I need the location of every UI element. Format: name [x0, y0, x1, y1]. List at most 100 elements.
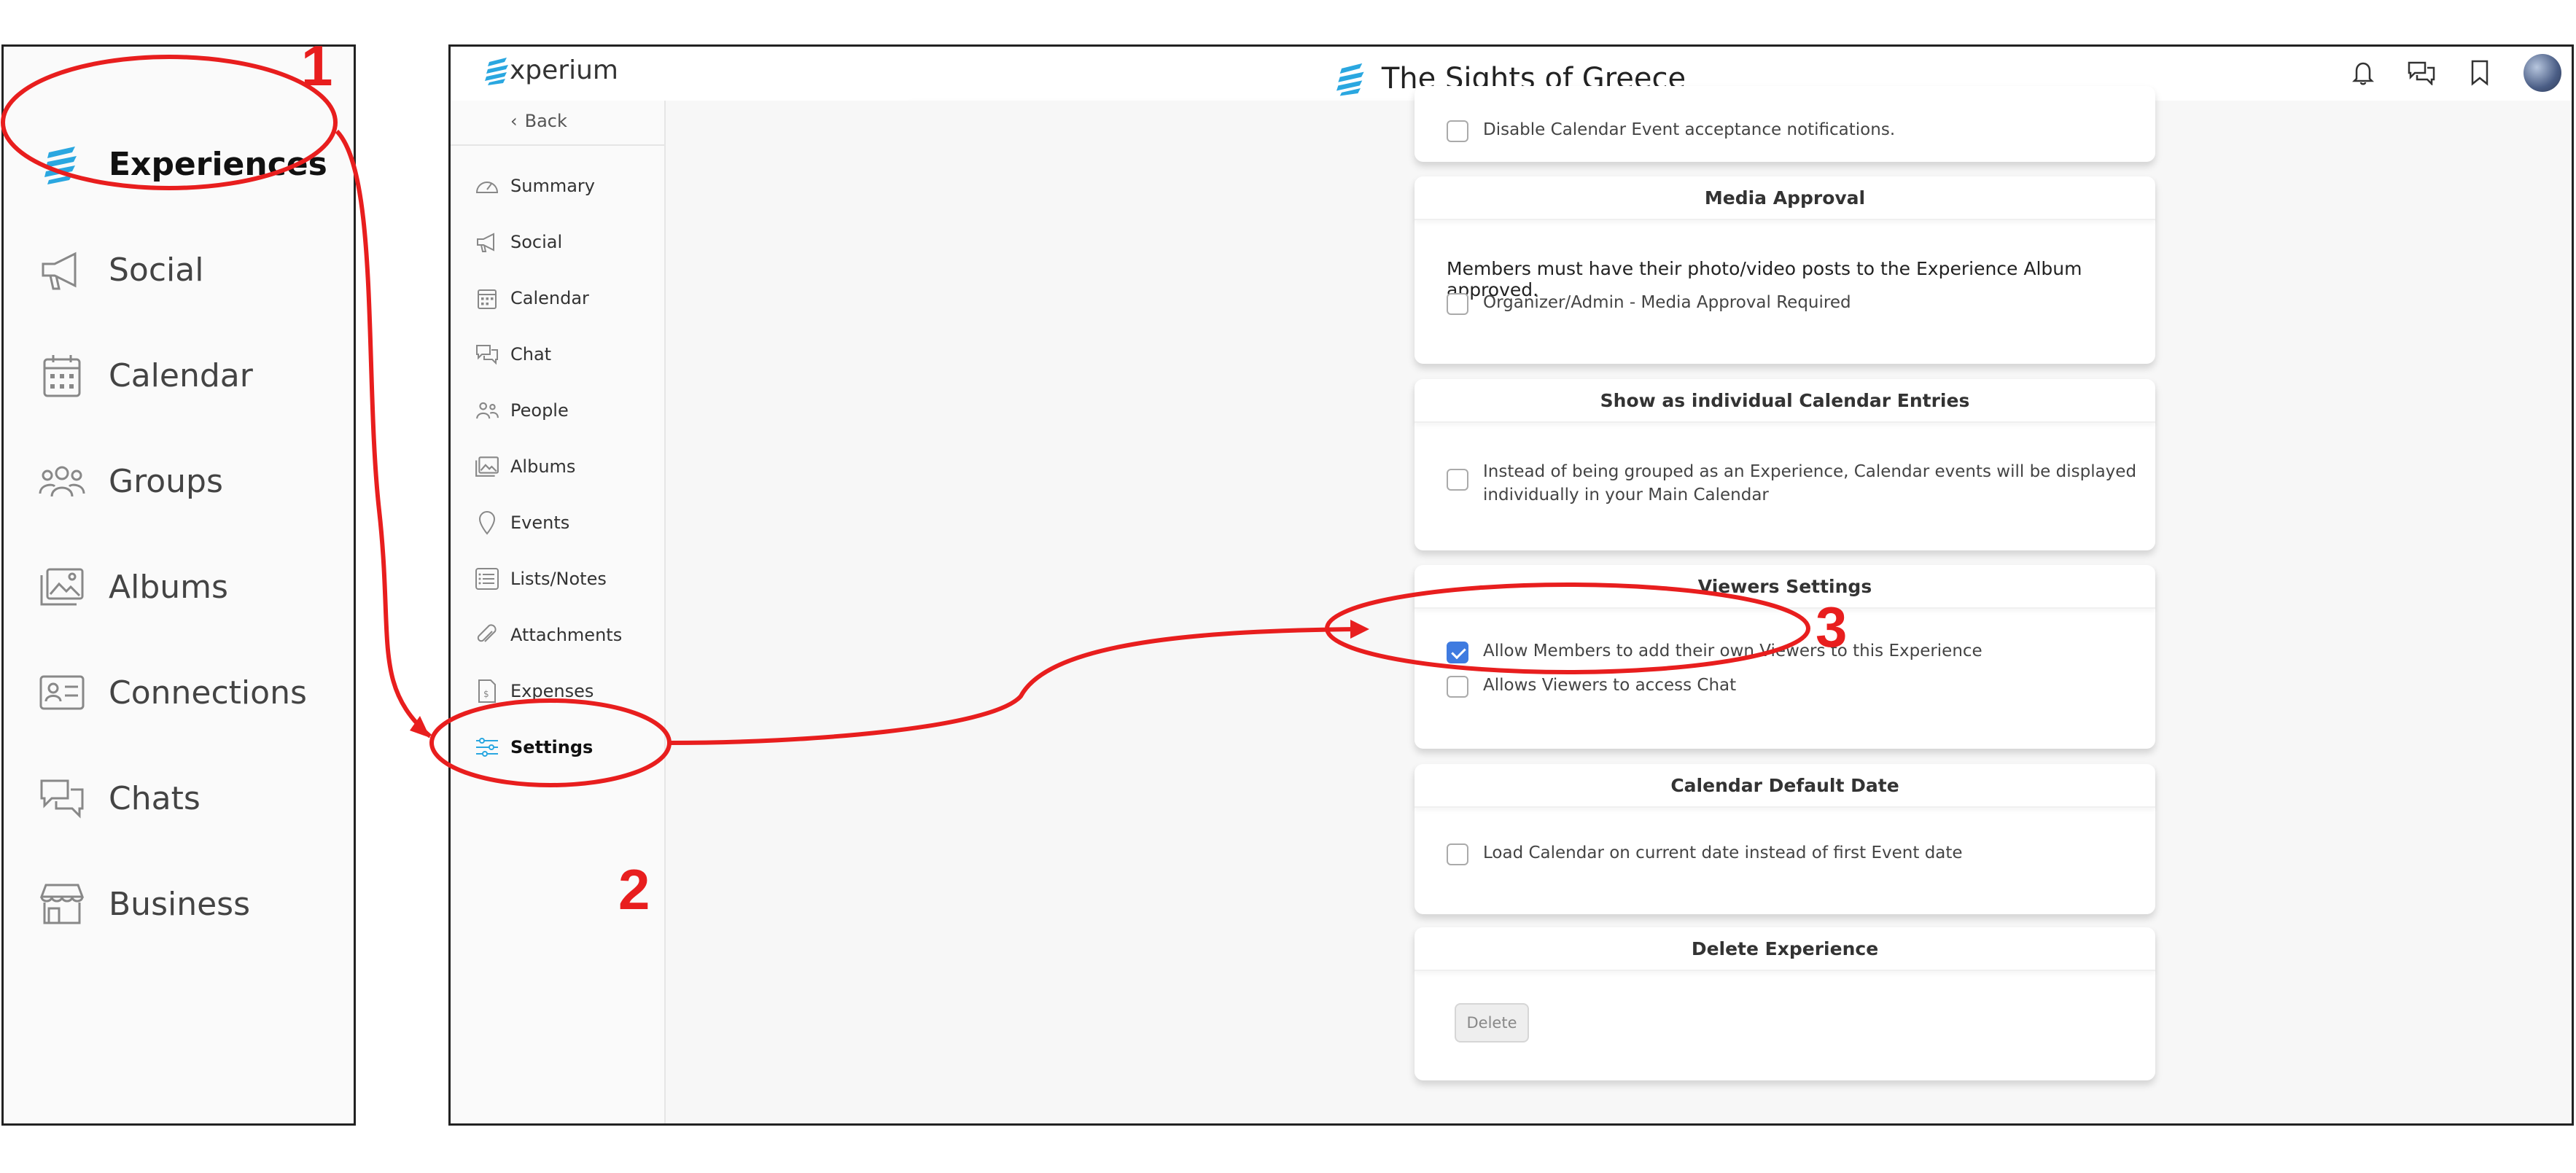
option-row[interactable]: Load Calendar on current date instead of… [1447, 843, 1963, 865]
storefront-icon [39, 881, 85, 927]
step-2-label: 2 [618, 857, 650, 921]
calendar-icon [474, 285, 500, 311]
nav-item-groups[interactable]: Groups [39, 456, 223, 507]
sidebar-item-albums[interactable]: Albums [474, 452, 575, 481]
delete-button[interactable]: Delete [1455, 1003, 1529, 1043]
sidebar-item-settings[interactable]: Settings [474, 733, 593, 762]
option-label-line2: individually in your Main Calendar [1483, 486, 1769, 504]
option-label: Disable Calendar Event acceptance notifi… [1483, 120, 1896, 139]
sliders-icon [474, 734, 500, 760]
option-label-line1: Instead of being grouped as an Experienc… [1483, 462, 2137, 481]
paperclip-icon [474, 622, 500, 648]
arrowhead-2 [410, 716, 430, 738]
nav-label: Groups [109, 462, 223, 500]
sidebar-item-label: Social [510, 232, 563, 252]
divider [451, 144, 664, 146]
sidebar-item-label: Chat [510, 344, 552, 365]
sidebar-item-label: Summary [510, 176, 595, 196]
experium-logo-icon [39, 141, 85, 187]
checkbox[interactable] [1447, 676, 1468, 698]
nav-label: Connections [109, 674, 307, 712]
experium-logo-icon [1336, 63, 1364, 96]
settings-content: Disable Calendar Event acceptance notifi… [666, 86, 2572, 1123]
individual-entries-card: Show as individual Calendar Entries Inst… [1415, 379, 2155, 550]
checkbox[interactable] [1447, 293, 1468, 315]
bell-icon[interactable] [2349, 58, 2378, 87]
sidebar-item-attachments[interactable]: Attachments [474, 620, 622, 650]
card-title: Viewers Settings [1415, 565, 2155, 609]
svg-text:$: $ [483, 689, 489, 699]
checkbox-checked[interactable] [1447, 642, 1468, 663]
notifications-card: Disable Calendar Event acceptance notifi… [1415, 86, 2155, 162]
nav-label: Chats [109, 779, 201, 817]
nav-item-social[interactable]: Social [39, 244, 203, 295]
option-row[interactable]: Allows Viewers to access Chat [1447, 676, 1736, 698]
list-icon [474, 566, 500, 592]
sidebar-item-label: Settings [510, 737, 594, 757]
nav-item-albums[interactable]: Albums [39, 561, 228, 612]
megaphone-icon [39, 246, 85, 293]
sidebar-item-summary[interactable]: Summary [474, 171, 595, 200]
nav-item-chats[interactable]: Chats [39, 773, 201, 824]
calendar-default-date-card: Calendar Default Date Load Calendar on c… [1415, 764, 2155, 914]
back-link[interactable]: ‹ Back [510, 111, 567, 131]
option-row[interactable]: Instead of being grouped as an Experienc… [1447, 460, 2136, 507]
chat-icon[interactable] [2407, 58, 2436, 87]
option-row[interactable]: Disable Calendar Event acceptance notifi… [1447, 120, 1895, 142]
step-3-label: 3 [1816, 595, 1848, 659]
option-label: Load Calendar on current date instead of… [1483, 843, 1963, 862]
option-label: Allow Members to add their own Viewers t… [1483, 642, 1982, 660]
chevron-left-icon: ‹ [510, 111, 518, 131]
option-label: Allows Viewers to access Chat [1483, 676, 1737, 695]
card-title: Media Approval [1415, 176, 2155, 220]
app-window: xperium The Sights of Greece ‹ Back Summ… [448, 44, 2574, 1126]
sidebar-item-events[interactable]: Events [474, 508, 569, 537]
nav-label: Experiences [109, 145, 327, 183]
calendar-icon [39, 352, 85, 399]
sidebar-item-label: People [510, 400, 569, 421]
chat-bubbles-icon [39, 775, 85, 822]
nav-item-business[interactable]: Business [39, 878, 250, 930]
back-label: Back [524, 111, 567, 131]
sidebar-item-label: Albums [510, 456, 576, 477]
option-label: Organizer/Admin - Media Approval Require… [1483, 293, 1851, 312]
people-icon [474, 397, 500, 424]
card-title: Show as individual Calendar Entries [1415, 379, 2155, 423]
sidebar-item-expenses[interactable]: $ Expenses [474, 677, 594, 706]
bookmark-icon[interactable] [2465, 58, 2494, 87]
step-1-label: 1 [301, 34, 333, 98]
checkbox[interactable] [1447, 469, 1468, 491]
sidebar-item-label: Events [510, 513, 570, 533]
contact-card-icon [39, 669, 85, 716]
sidebar-item-label: Lists/Notes [510, 569, 607, 589]
nav-item-connections[interactable]: Connections [39, 667, 307, 718]
card-title: Calendar Default Date [1415, 764, 2155, 808]
sidebar-item-lists-notes[interactable]: Lists/Notes [474, 564, 607, 593]
sidebar-item-chat[interactable]: Chat [474, 340, 551, 369]
sidebar-item-calendar[interactable]: Calendar [474, 284, 589, 313]
albums-icon [474, 453, 500, 480]
albums-icon [39, 564, 85, 610]
sidebar-item-label: Calendar [510, 288, 589, 308]
nav-item-calendar[interactable]: Calendar [39, 350, 253, 401]
nav-label: Albums [109, 568, 228, 606]
sidebar-item-label: Expenses [510, 681, 594, 701]
receipt-icon: $ [474, 678, 500, 704]
checkbox[interactable] [1447, 843, 1468, 865]
delete-experience-card: Delete Experience Delete [1415, 927, 2155, 1080]
option-row[interactable]: Allow Members to add their own Viewers t… [1447, 642, 1982, 663]
sidebar-item-people[interactable]: People [474, 396, 569, 425]
sidebar-item-label: Attachments [510, 625, 623, 645]
nav-item-experiences[interactable]: Experiences [39, 139, 327, 190]
avatar[interactable] [2524, 54, 2561, 92]
nav-label: Social [109, 251, 204, 289]
chat-bubbles-icon [474, 341, 500, 367]
nav-label: Calendar [109, 356, 253, 394]
groups-icon [39, 458, 85, 504]
megaphone-icon [474, 229, 500, 255]
checkbox[interactable] [1447, 120, 1468, 142]
card-title: Delete Experience [1415, 927, 2155, 971]
option-row[interactable]: Organizer/Admin - Media Approval Require… [1447, 293, 1851, 315]
media-approval-card: Media Approval Members must have their p… [1415, 176, 2155, 364]
sidebar-item-social[interactable]: Social [474, 227, 562, 257]
